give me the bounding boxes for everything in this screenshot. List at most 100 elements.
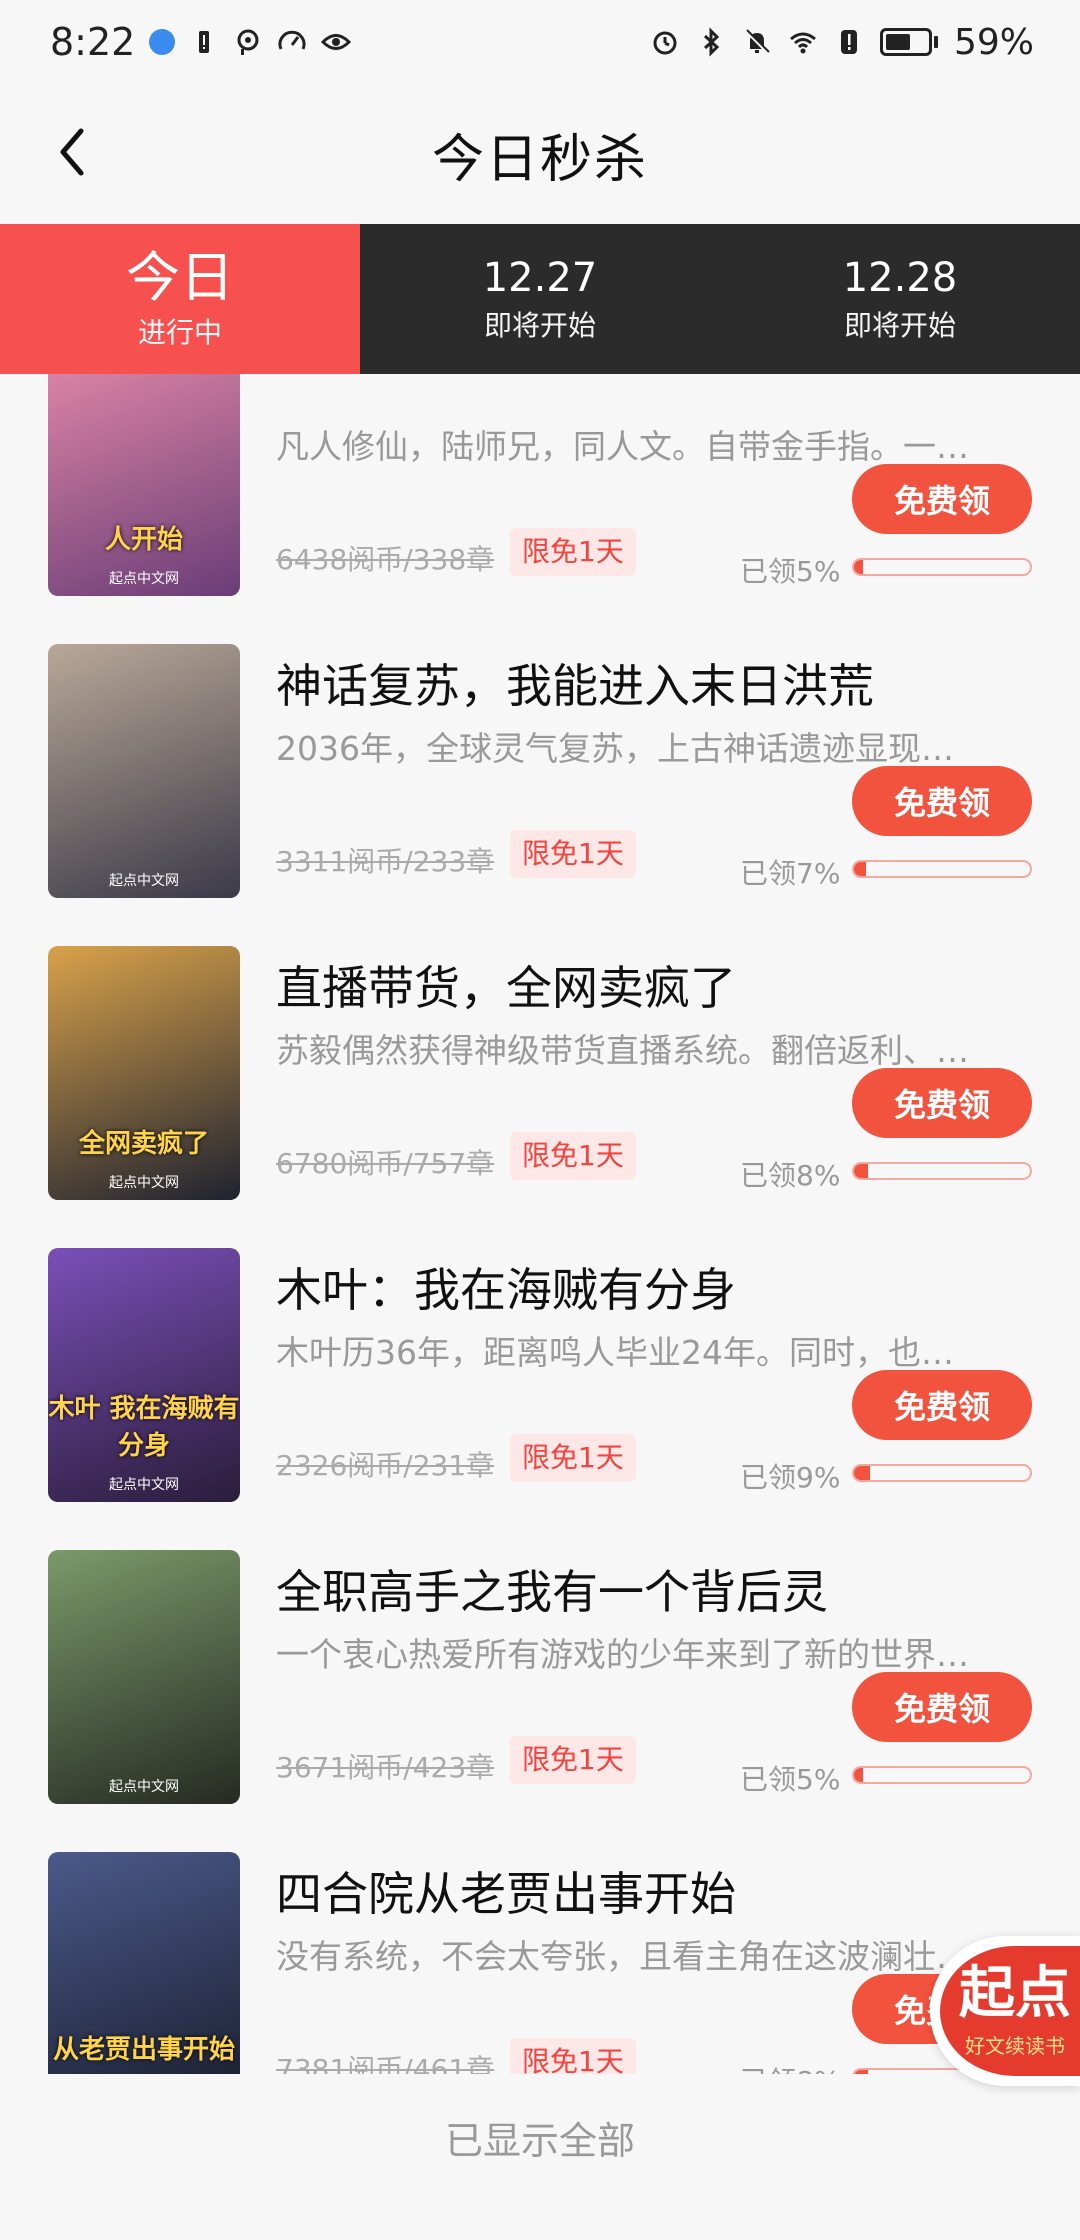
book-title: 四合院从老贾出事开始 <box>276 1867 736 1921</box>
cover-title-art: 人开始 <box>104 525 183 555</box>
bluetooth-icon <box>703 27 720 57</box>
claim-progress-bar <box>852 860 1032 878</box>
book-item[interactable]: 全网卖疯了 起点中文网 直播带货，全网卖疯了 苏毅偶然获得神级带货直播系统。翻倍返利、… <box>0 918 1080 1220</box>
tab-today[interactable]: 今日 进行中 <box>0 224 360 374</box>
original-price: 2326阅币/231章 <box>276 1449 495 1482</box>
tab-main-label: 12.27 <box>482 255 598 301</box>
list-end-text: 已显示全部 <box>444 2119 635 2163</box>
original-price: 6438阅币/338章 <box>276 543 495 576</box>
limited-free-badge: 限免1天 <box>510 528 636 576</box>
free-claim-button[interactable]: 免费领 <box>852 1672 1032 1742</box>
date-tabs: 今日 进行中 12.27 即将开始 12.28 即将开始 <box>0 224 1080 374</box>
free-claim-button[interactable]: 免费领 <box>852 464 1032 534</box>
book-description: 苏毅偶然获得神级带货直播系统。翻倍返利、… <box>276 1031 969 1070</box>
claimed-percent: 已领5% <box>740 555 841 588</box>
book-list: 人开始 起点中文网 凡人修仙，陆师兄，同人文。自带金手指。一… 6438阅币/338章… <box>0 374 1080 2074</box>
cover-publisher-mark: 起点中文网 <box>109 571 179 587</box>
book-cover[interactable]: 全网卖疯了起点中文网 <box>48 946 240 1200</box>
claimed-percent: 已领8% <box>740 2060 840 2074</box>
cover-title-art: 木叶 我在海贼有分身 <box>48 1394 240 1461</box>
battery-alert-icon <box>199 31 210 53</box>
free-claim-button[interactable]: 免费领 <box>852 1370 1032 1440</box>
book-description: 没有系统，不会太夸张，且看主角在这波澜壮… <box>276 1937 969 1976</box>
claimed-percent: 已领8% <box>740 1159 841 1192</box>
speed-icon <box>278 30 306 50</box>
book-cover[interactable]: 起点中文网 <box>48 1550 240 1804</box>
book-item[interactable]: 人开始 起点中文网 凡人修仙，陆师兄，同人文。自带金手指。一… 6438阅币/338章… <box>0 374 1080 616</box>
claim-progress-bar <box>852 1162 1032 1180</box>
alert-icon <box>840 30 857 54</box>
book-title: 全职高手之我有一个背后灵 <box>276 1565 828 1619</box>
limited-free-badge: 限免1天 <box>510 1132 636 1180</box>
book-item[interactable]: 起点中文网 神话复苏，我能进入末日洪荒 2036年，全球灵气复苏，上古神话遗迹显现…… <box>0 616 1080 918</box>
claim-progress-fill <box>854 1768 863 1782</box>
hotspot-icon <box>237 29 259 55</box>
original-price: 3311阅币/233章 <box>276 845 495 878</box>
tab-main-label: 今日 <box>126 246 234 309</box>
app-notification-icon <box>149 29 176 55</box>
promo-logo: 起点 <box>959 1960 1071 2026</box>
battery-icon <box>879 28 938 56</box>
book-description: 凡人修仙，陆师兄，同人文。自带金手指。一… <box>276 427 969 466</box>
original-price: 7381阅币/461章 <box>276 2053 495 2074</box>
claim-progress-bar <box>852 1766 1032 1784</box>
limited-free-badge: 限免1天 <box>510 2038 636 2074</box>
cover-publisher-mark: 起点中文网 <box>109 873 179 889</box>
book-description: 2036年，全球灵气复苏，上古神话遗迹显现… <box>276 729 954 768</box>
app-root: 8:22 59% 今日秒杀 今日 进行中 12.27 即将开始 12.28 即将… <box>0 0 1080 2240</box>
book-description: 一个衷心热爱所有游戏的少年来到了新的世界… <box>276 1635 969 1674</box>
book-title: 木叶：我在海贼有分身 <box>276 1263 736 1317</box>
chevron-left-icon <box>60 128 84 176</box>
wifi-icon <box>790 32 816 54</box>
tab-sub-label: 进行中 <box>137 316 222 349</box>
cover-title-art: 全网卖疯了 <box>78 1129 209 1159</box>
eye-icon <box>321 34 352 50</box>
tab-sub-label: 即将开始 <box>843 309 956 342</box>
claim-progress-fill <box>854 862 867 876</box>
claimed-percent: 已领7% <box>740 857 841 890</box>
page-title: 今日秒杀 <box>431 129 648 190</box>
original-price: 3671阅币/423章 <box>276 1751 495 1784</box>
tab-12-27[interactable]: 12.27 即将开始 <box>360 224 720 374</box>
limited-free-badge: 限免1天 <box>510 1434 636 1482</box>
book-cover[interactable]: 人开始 起点中文网 <box>48 374 240 596</box>
promo-subtitle: 好文续读书 <box>965 2033 1065 2058</box>
book-description: 木叶历36年，距离鸣人毕业24年。同时，也… <box>276 1333 954 1372</box>
header: 今日秒杀 <box>0 84 1080 224</box>
book-item[interactable]: 木叶 我在海贼有分身 起点中文网 木叶：我在海贼有分身 木叶历36年，距离鸣人毕业24… <box>0 1220 1080 1522</box>
alarm-icon <box>653 31 677 55</box>
cover-publisher-mark: 起点中文网 <box>109 1477 179 1493</box>
free-claim-button[interactable]: 免费领 <box>852 1068 1032 1138</box>
claim-progress-bar <box>852 558 1032 576</box>
claim-progress-fill <box>854 1466 870 1480</box>
limited-free-badge: 限免1天 <box>510 1736 636 1784</box>
claimed-percent: 已领9% <box>740 1461 841 1494</box>
book-title: 神话复苏，我能进入末日洪荒 <box>276 659 874 713</box>
cover-title-art: 从老贾出事开始 <box>52 2035 235 2065</box>
book-item[interactable]: 起点中文网 全职高手之我有一个背后灵一个衷心热爱所有游戏的少年来到了新的世界… 36… <box>0 1522 1080 1824</box>
book-title: 直播带货，全网卖疯了 <box>276 961 736 1015</box>
status-right: 59% <box>650 22 1034 63</box>
original-price: 6780阅币/757章 <box>276 1147 495 1180</box>
limited-free-badge: 限免1天 <box>510 830 636 878</box>
tab-12-28[interactable]: 12.28 即将开始 <box>720 224 1080 374</box>
book-cover[interactable]: 起点中文网 <box>48 644 240 898</box>
claimed-percent: 已领5% <box>740 1763 841 1796</box>
book-cover[interactable]: 木叶 我在海贼有分身起点中文网 <box>48 1248 240 1502</box>
tab-sub-label: 即将开始 <box>483 309 596 342</box>
free-claim-button[interactable]: 免费领 <box>852 766 1032 836</box>
floating-promo-badge[interactable]: 起点 好文续读书 <box>930 1936 1080 2086</box>
claim-progress-bar <box>852 1464 1032 1482</box>
book-cover[interactable]: 从老贾出事开始起点中文网 <box>48 1852 240 2074</box>
back-button[interactable] <box>40 120 104 184</box>
claim-progress-fill <box>854 2070 869 2074</box>
battery-percent: 59% <box>953 21 1034 63</box>
claim-progress-fill <box>854 560 863 574</box>
status-left: 8:22 <box>50 20 352 64</box>
status-time: 8:22 <box>50 20 136 64</box>
claim-progress-fill <box>854 1164 869 1178</box>
cover-publisher-mark: 起点中文网 <box>109 1175 179 1191</box>
cover-publisher-mark: 起点中文网 <box>109 1779 179 1795</box>
tab-main-label: 12.28 <box>842 255 958 301</box>
book-item[interactable]: 从老贾出事开始起点中文网四合院从老贾出事开始没有系统，不会太夸张，且看主角在这波… <box>0 1824 1080 2074</box>
